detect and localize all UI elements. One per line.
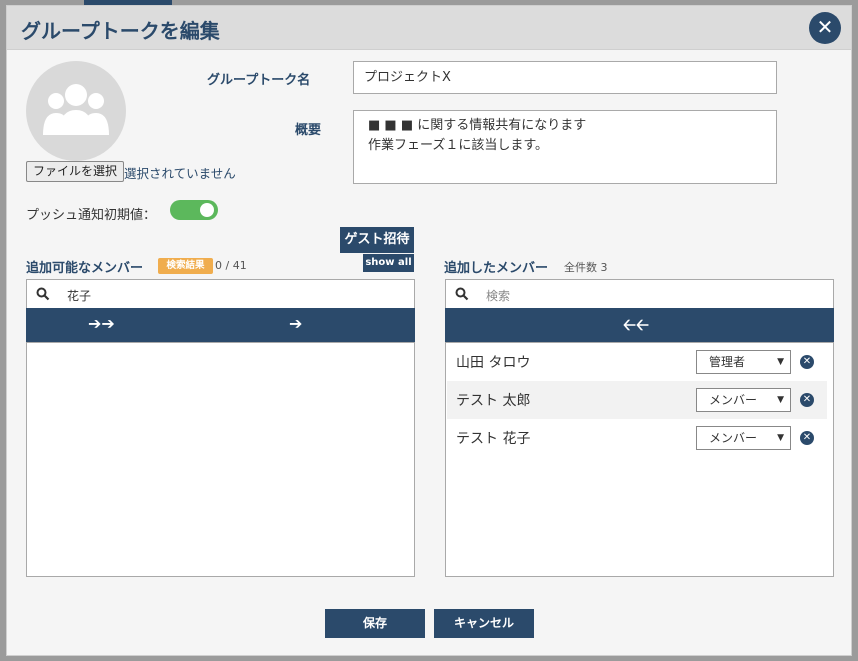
file-select-button[interactable]: ファイルを選択 xyxy=(26,161,125,182)
added-search-placeholder: 検索 xyxy=(486,289,511,303)
cancel-button[interactable]: キャンセル xyxy=(434,609,534,638)
add-all-button[interactable]: ➔➔ xyxy=(88,314,115,333)
group-name-label: グループトーク名 xyxy=(207,73,311,88)
remove-member-icon[interactable]: ✕ xyxy=(800,431,814,445)
dialog-title: グループトークを編集 xyxy=(21,19,220,43)
close-button[interactable]: ✕ xyxy=(809,12,841,44)
available-count: 0 / 41 xyxy=(215,259,247,272)
added-search-input[interactable]: 検索 xyxy=(445,279,834,309)
member-row: テスト 花子 メンバー ▼ ✕ xyxy=(447,419,827,457)
add-selected-button[interactable]: ➔ xyxy=(289,314,302,333)
search-icon xyxy=(36,287,50,301)
save-button[interactable]: 保存 xyxy=(325,609,425,638)
summary-label: 概要 xyxy=(295,123,322,138)
group-avatar xyxy=(26,61,126,161)
member-row: 山田 タロウ 管理者 ▼ ✕ xyxy=(447,343,827,381)
member-row: テスト 太郎 メンバー ▼ ✕ xyxy=(447,381,827,419)
added-count: 全件数 3 xyxy=(564,261,608,274)
remove-member-icon[interactable]: ✕ xyxy=(800,355,814,369)
member-name: テスト 花子 xyxy=(456,431,531,447)
caret-down-icon: ▼ xyxy=(777,357,784,367)
member-role-value: メンバー xyxy=(709,431,758,445)
member-role-value: 管理者 xyxy=(709,355,746,369)
group-icon xyxy=(43,84,109,135)
invite-guest-button[interactable]: ゲスト招待 xyxy=(340,227,414,253)
remove-members-bar: 🡠🡠 xyxy=(445,308,834,342)
member-role-select[interactable]: 管理者 ▼ xyxy=(696,350,791,374)
available-search-value: 花子 xyxy=(67,289,92,303)
push-notification-toggle[interactable] xyxy=(170,200,218,220)
member-name: テスト 太郎 xyxy=(456,393,531,409)
summary-line-1: ■ ■ ■ に関する情報共有になります xyxy=(368,118,587,133)
search-result-badge: 検索結果 xyxy=(158,258,213,274)
member-role-select[interactable]: メンバー ▼ xyxy=(696,388,791,412)
file-status-text: 選択されていません xyxy=(124,166,236,181)
remove-all-button[interactable]: 🡠🡠 xyxy=(623,314,649,341)
member-role-value: メンバー xyxy=(709,393,758,407)
member-name: 山田 タロウ xyxy=(456,355,531,371)
summary-line-2: 作業フェーズ１に該当します。 xyxy=(368,138,549,153)
available-search-input[interactable]: 花子 xyxy=(26,279,415,309)
add-members-bar: ➔➔ ➔ xyxy=(26,308,415,342)
close-icon: ✕ xyxy=(816,15,834,39)
push-notification-label: プッシュ通知初期値： xyxy=(26,208,157,223)
caret-down-icon: ▼ xyxy=(777,433,784,443)
toggle-knob xyxy=(200,203,214,217)
dialog-header: グループトークを編集 ✕ xyxy=(7,6,851,50)
caret-down-icon: ▼ xyxy=(777,395,784,405)
show-all-button[interactable]: show all xyxy=(363,254,414,272)
available-members-title: 追加可能なメンバー xyxy=(26,261,144,276)
edit-group-talk-dialog: グループトークを編集 ✕ ファイルを選択 選択されていません グループトーク名 … xyxy=(6,5,852,656)
member-role-select[interactable]: メンバー ▼ xyxy=(696,426,791,450)
remove-member-icon[interactable]: ✕ xyxy=(800,393,814,407)
available-members-list xyxy=(26,342,415,577)
added-members-list: 山田 タロウ 管理者 ▼ ✕ テスト 太郎 メンバー ▼ ✕ テスト 花子 メン… xyxy=(445,342,834,577)
added-members-title: 追加したメンバー xyxy=(444,261,549,276)
summary-textarea[interactable]: ■ ■ ■ に関する情報共有になります 作業フェーズ１に該当します。 xyxy=(353,110,777,184)
search-icon xyxy=(455,287,469,301)
group-name-input[interactable]: プロジェクトX xyxy=(353,61,777,94)
